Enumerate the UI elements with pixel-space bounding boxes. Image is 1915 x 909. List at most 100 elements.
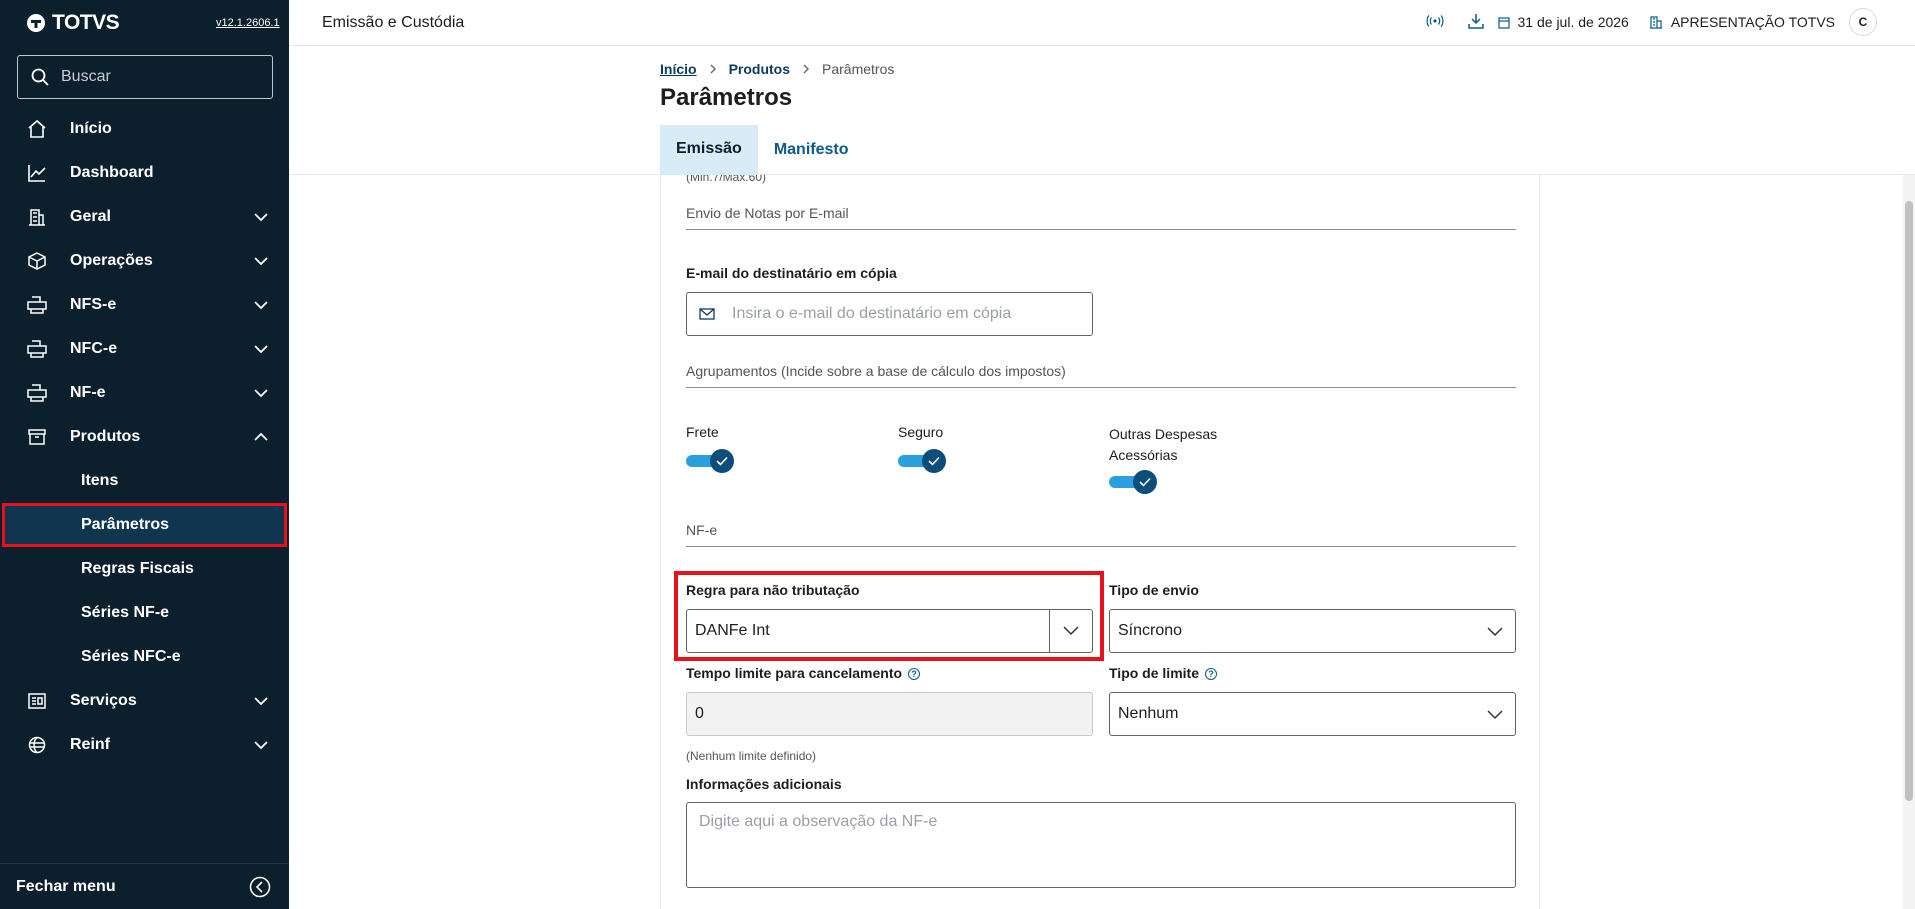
toggle-label-seguro: Seguro: [898, 424, 944, 440]
toggle-label-outras-despesas: Outras Despesas Acessórias: [1109, 426, 1218, 463]
cc-email-placeholder: Insira o e-mail do destinatário em cópia: [732, 305, 1012, 322]
breadcrumb-produtos[interactable]: Produtos: [729, 61, 790, 77]
sidebar-item-inicio[interactable]: Início: [0, 107, 289, 151]
version-link[interactable]: v12.1.2606.1: [216, 17, 280, 29]
form-panel: (Min.7/Max.60) Envio de Notas por E-mail…: [660, 170, 1540, 909]
sidebar-subitem-regras-fiscais[interactable]: Regras Fiscais: [0, 547, 289, 591]
send-type-value: Síncrono: [1118, 622, 1183, 639]
sidebar-item-label: Início: [70, 120, 112, 137]
sidebar-subitem-label: Séries NFC-e: [81, 648, 181, 665]
printer-icon: [26, 338, 48, 360]
highlight-box: [674, 571, 1104, 661]
chevron-down-icon: [254, 301, 268, 310]
sidebar-item-nfs-e[interactable]: NFS-e: [0, 283, 289, 327]
outras-despesas-toggle[interactable]: [1109, 470, 1157, 494]
limit-type-label: Tipo de limite?: [1109, 665, 1217, 681]
sidebar-subitem-label: Parâmetros: [81, 516, 170, 533]
sidebar-item-dashboard[interactable]: Dashboard: [0, 151, 289, 195]
sidebar-item-label: Reinf: [70, 736, 110, 753]
calendar-icon: [1497, 16, 1510, 29]
close-menu-label: Fechar menu: [16, 877, 116, 895]
cc-email-label: E-mail do destinatário em cópia: [686, 265, 897, 281]
totvs-logo[interactable]: TOTVS: [26, 11, 120, 35]
search-icon: [31, 68, 49, 86]
sidebar-nav: Início Dashboard Geral Operações NFS-e N…: [0, 107, 289, 767]
cancel-time-input[interactable]: 0: [686, 692, 1093, 736]
topbar: Emissão e Custódia 31 de jul. de 2026 AP…: [289, 0, 1915, 46]
sidebar-subitem-label: Regras Fiscais: [81, 560, 194, 577]
sidebar-subitem-label: Itens: [81, 472, 119, 489]
sidebar-item-label: Operações: [70, 252, 153, 269]
frete-toggle[interactable]: [686, 449, 734, 473]
avatar[interactable]: C: [1849, 8, 1877, 36]
section-agrupamentos: Agrupamentos (Incide sobre a base de cál…: [686, 363, 1516, 388]
globe-icon: [26, 734, 48, 756]
cc-email-input[interactable]: Insira o e-mail do destinatário em cópia: [686, 292, 1093, 336]
chevron-down-icon: [254, 697, 268, 706]
additional-info-label: Informações adicionais: [686, 776, 842, 792]
toggle-label-frete: Frete: [686, 424, 719, 440]
sidebar-item-produtos[interactable]: Produtos: [0, 415, 289, 459]
additional-info-textarea[interactable]: Digite aqui a observação da NF-e: [686, 802, 1516, 888]
archive-icon: [26, 426, 48, 448]
list-icon: [26, 690, 48, 712]
section-nfe: NF-e: [686, 522, 1516, 547]
cancel-time-label: Tempo limite para cancelamento?: [686, 665, 921, 681]
breadcrumb-parametros: Parâmetros: [822, 61, 895, 77]
chevron-up-icon: [254, 432, 268, 441]
sidebar-subitem-label: Séries NF-e: [81, 604, 170, 621]
sidebar-subitem-series-nf-e[interactable]: Séries NF-e: [0, 591, 289, 635]
chevron-down-icon: [254, 257, 268, 266]
limit-type-select[interactable]: Nenhum: [1109, 692, 1516, 736]
chevron-down-icon: [254, 389, 268, 398]
sidebar-subitem-itens[interactable]: Itens: [0, 459, 289, 503]
logo-text: TOTVS: [52, 11, 120, 34]
sidebar-subitem-series-nfc-e[interactable]: Séries NFC-e: [0, 635, 289, 679]
sidebar-item-servicos[interactable]: Serviços: [0, 679, 289, 723]
sidebar-item-nfc-e[interactable]: NFC-e: [0, 327, 289, 371]
date-text: 31 de jul. de 2026: [1517, 14, 1629, 30]
tab-manifesto[interactable]: Manifesto: [758, 125, 865, 175]
box-icon: [26, 250, 48, 272]
send-type-select[interactable]: Síncrono: [1109, 609, 1516, 653]
chevron-down-icon: [1487, 627, 1503, 637]
help-icon[interactable]: ?: [1204, 668, 1217, 681]
sidebar-item-label: NFS-e: [70, 296, 117, 313]
company-selector[interactable]: APRESENTAÇÃO TOTVS: [1649, 14, 1835, 30]
broadcast-icon[interactable]: [1426, 14, 1444, 31]
building-icon: [26, 206, 48, 228]
sidebar-item-operacoes[interactable]: Operações: [0, 239, 289, 283]
search-placeholder: Buscar: [61, 68, 111, 85]
seguro-toggle[interactable]: [898, 449, 946, 473]
cancel-time-hint: (Nenhum limite definido): [686, 749, 817, 763]
search-input[interactable]: Buscar: [17, 55, 273, 99]
sidebar-item-label: Serviços: [70, 692, 137, 709]
date-display[interactable]: 31 de jul. de 2026: [1497, 14, 1629, 30]
download-icon[interactable]: [1467, 13, 1484, 32]
close-menu-button[interactable]: Fechar menu: [0, 863, 289, 909]
printer-icon: [26, 294, 48, 316]
sidebar-item-label: NF-e: [70, 384, 106, 401]
sidebar: TOTVS v12.1.2606.1 Buscar Início Dashboa…: [0, 0, 289, 909]
sidebar-item-reinf[interactable]: Reinf: [0, 723, 289, 767]
cancel-time-value: 0: [695, 705, 704, 722]
sidebar-item-nf-e[interactable]: NF-e: [0, 371, 289, 415]
tab-emissao[interactable]: Emissão: [660, 125, 758, 175]
sidebar-item-label: Dashboard: [70, 164, 154, 181]
scrollbar-thumb[interactable]: [1905, 201, 1913, 801]
chevron-down-icon: [254, 741, 268, 750]
chevron-down-icon: [254, 345, 268, 354]
topbar-actions: 31 de jul. de 2026 APRESENTAÇÃO TOTVS C: [1426, 0, 1877, 44]
printer-icon: [26, 382, 48, 404]
sidebar-item-label: Produtos: [70, 428, 141, 445]
breadcrumb: Início Produtos Parâmetros: [660, 61, 894, 77]
scrollbar[interactable]: [1903, 46, 1915, 909]
help-icon[interactable]: ?: [908, 668, 921, 681]
check-icon: [716, 456, 728, 466]
sidebar-subitem-parametros[interactable]: Parâmetros: [2, 503, 287, 547]
send-type-label: Tipo de envio: [1109, 582, 1199, 598]
breadcrumb-inicio[interactable]: Início: [660, 61, 697, 77]
limit-type-value: Nenhum: [1118, 705, 1179, 722]
chart-line-icon: [26, 162, 48, 184]
sidebar-item-geral[interactable]: Geral: [0, 195, 289, 239]
